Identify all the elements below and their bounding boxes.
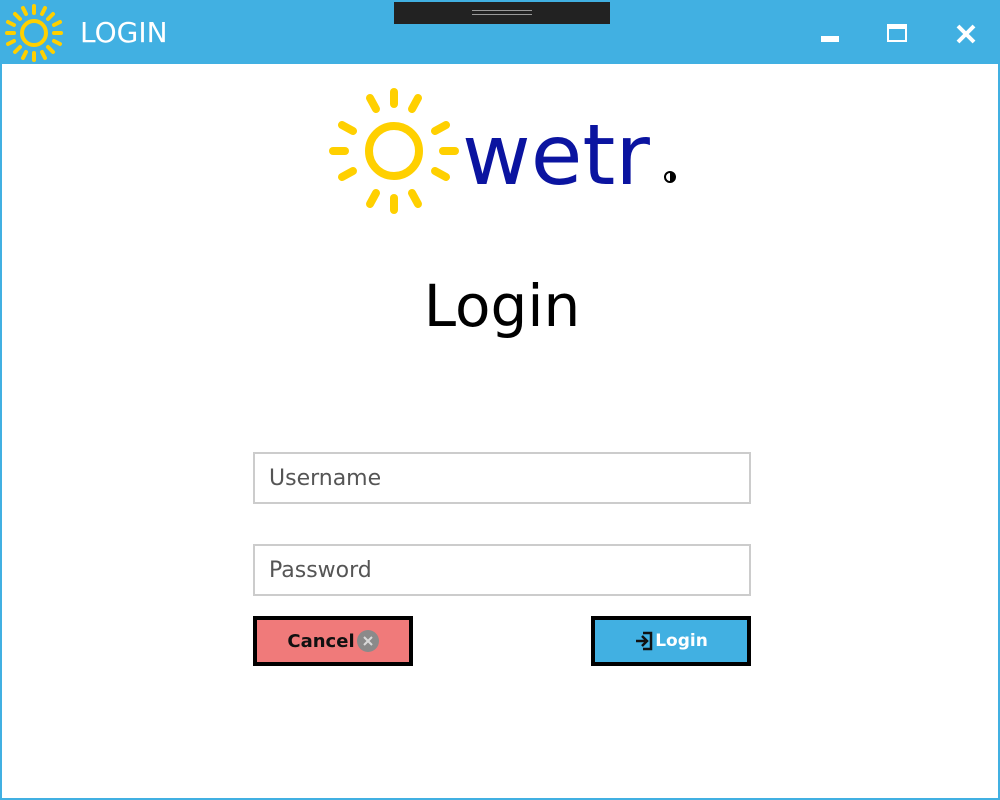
sun-icon: [329, 88, 459, 214]
login-button[interactable]: Login: [591, 616, 751, 666]
window-title: LOGIN: [80, 16, 168, 49]
cancel-button[interactable]: Cancel: [253, 616, 413, 666]
sun-icon: [2, 2, 66, 64]
close-icon: [946, 14, 986, 54]
maximize-icon: [877, 14, 917, 54]
login-window: LOGIN wetr Login Username Cancel Login: [0, 0, 1000, 800]
close-button[interactable]: [946, 14, 986, 54]
close-circle-icon: [356, 630, 379, 652]
drag-handle[interactable]: [394, 2, 610, 24]
title-bar[interactable]: LOGIN: [2, 2, 1000, 64]
logo-wordmark: wetr: [462, 106, 650, 204]
minimize-button[interactable]: [810, 14, 850, 54]
page-title: Login: [423, 272, 581, 340]
sign-in-icon: [634, 630, 654, 652]
login-button-label: Login: [655, 631, 708, 651]
password-input[interactable]: [253, 544, 751, 596]
username-input[interactable]: [253, 452, 751, 504]
maximize-button[interactable]: [877, 14, 917, 54]
minimize-icon: [810, 14, 850, 54]
cancel-button-label: Cancel: [287, 630, 355, 652]
wetr-logo: wetr: [326, 84, 686, 224]
